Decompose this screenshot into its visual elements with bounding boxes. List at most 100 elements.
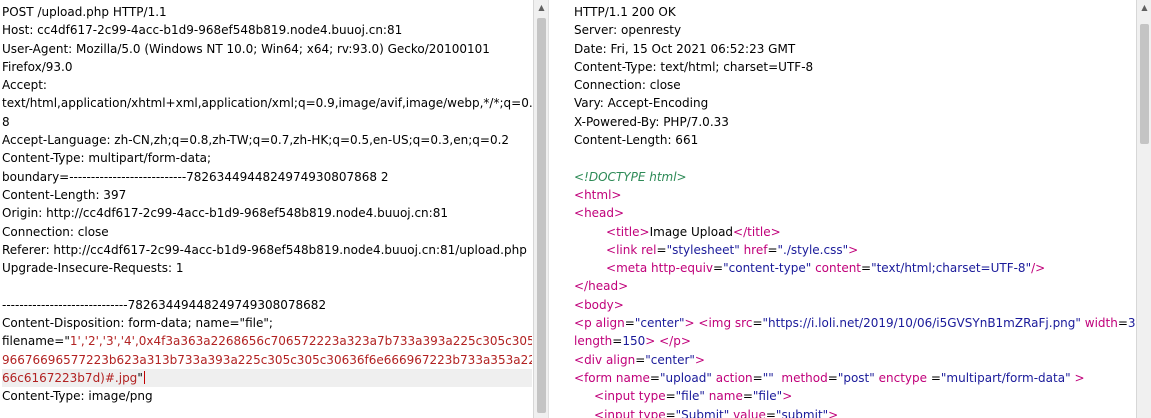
request-line: Origin: http://cc4df617-2c99-4acc-b1d9-9… — [2, 206, 448, 221]
form-enctype-attr: enctype — [878, 370, 928, 385]
form-method-val: "post" — [837, 370, 875, 385]
meta-line: <meta http-equiv="content-type" content=… — [606, 261, 1046, 276]
request-line: Content-Length: 397 — [2, 187, 127, 202]
img-tag: img — [708, 316, 732, 331]
filename-payload-end-line: 66c6167223b7d)#.jpg" — [2, 368, 532, 388]
div-tag: div — [584, 352, 603, 367]
input2-type-val: "Submit" — [675, 407, 730, 418]
request-line: Content-Type: image/png — [2, 389, 153, 404]
filename-payload-cont: 96676696577223b623a313b733a393a225c305c3… — [2, 352, 532, 367]
div-align-attr: align — [605, 352, 636, 367]
request-line: POST /upload.php HTTP/1.1 — [2, 5, 167, 19]
input2-value-attr: value — [733, 407, 766, 418]
filename-payload: 1','2','3','4',0x4f3a363a2268656c7065722… — [69, 334, 532, 349]
p-align-val: "center" — [634, 316, 685, 331]
request-line — [2, 277, 532, 295]
p-img-line: <p align="center"> <img src="https://i.l… — [574, 314, 1151, 332]
link-line: <link rel="stylesheet" href="./style.css… — [606, 242, 859, 257]
form-method-attr: method — [781, 370, 828, 385]
request-line: Referer: http://cc4df617-2c99-4acc-b1d9-… — [2, 242, 527, 257]
request-line: 8 — [2, 114, 10, 129]
response-header-line: Vary: Accept-Encoding — [574, 96, 709, 111]
request-line: text/html,application/xhtml+xml,applicat… — [2, 96, 532, 111]
form-action-val: "" — [762, 370, 774, 385]
request-line: User-Agent: Mozilla/5.0 (Windows NT 10.0… — [2, 41, 490, 56]
form-name-val: "upload" — [659, 370, 712, 385]
body-open-line: <body> — [574, 297, 624, 312]
request-line: Connection: close — [2, 224, 109, 239]
html-tag: html — [584, 187, 612, 202]
filename-label: filename=" — [2, 334, 70, 349]
div-align-val: "center" — [645, 352, 695, 367]
response-viewer[interactable]: HTTP/1.1 200 OK Server: openresty Date: … — [572, 0, 1151, 418]
title-text: Image Upload — [649, 224, 734, 239]
response-scroll-thumb[interactable] — [1140, 24, 1149, 144]
head-open-line: <head> — [574, 206, 625, 221]
response-header-line: X-Powered-By: PHP/7.0.33 — [574, 114, 729, 129]
img-length-line: length=150> </p> — [574, 334, 691, 349]
meta-attr2: content — [815, 261, 862, 276]
head-tag: head — [584, 206, 615, 221]
response-header-line: Date: Fri, 15 Oct 2021 06:52:23 GMT — [574, 41, 796, 56]
img-src-val: "https://i.loli.net/2019/10/06/i5GVSYnB1… — [762, 316, 1081, 331]
response-header-line: Server: openresty — [574, 23, 682, 38]
request-lines: POST /upload.php HTTP/1.1 Host: cc4df617… — [2, 3, 532, 406]
scroll-up-icon[interactable]: ▲ — [1139, 2, 1150, 13]
input-tag: input — [604, 407, 635, 418]
response-header-line: Content-Length: 661 — [574, 133, 699, 148]
request-line: Firefox/93.0 — [2, 59, 73, 74]
p-tag: p — [584, 316, 592, 331]
input2-type-attr: type — [638, 407, 666, 418]
scroll-up-icon[interactable]: ▲ — [536, 2, 547, 13]
request-editor[interactable]: POST /upload.php HTTP/1.1 Host: cc4df617… — [0, 0, 532, 418]
link-href-attr: href — [743, 242, 768, 257]
link-tag: link — [616, 242, 638, 257]
form-tag: form — [584, 370, 613, 385]
link-rel-attr: rel — [641, 242, 657, 257]
text-cursor — [143, 370, 145, 384]
input1-type-attr: type — [638, 389, 666, 404]
p-align-attr: align — [595, 316, 625, 331]
request-line: boundary=---------------------------7826… — [2, 169, 389, 184]
response-scrollbar[interactable]: ▲ — [1136, 0, 1151, 418]
img-src-attr: src — [734, 316, 753, 331]
input1-type-val: "file" — [675, 389, 705, 404]
input-file-line: <input type="file" name="file"> — [594, 389, 793, 404]
input-submit-line: <input type="Submit" value="submit"> — [574, 406, 1151, 418]
filename-line: filename="1','2','3','4',0x4f3a363a22686… — [2, 332, 532, 350]
meta-attr1: http-equiv — [651, 261, 714, 276]
img-width-attr: width — [1084, 316, 1118, 331]
filename-quote: " — [137, 370, 143, 385]
div-open-line: <div align="center"> — [574, 352, 705, 367]
request-line: Accept: — [2, 78, 47, 93]
input-tag: input — [604, 389, 635, 404]
html-open-line: <html> — [574, 187, 622, 202]
link-rel-val: "stylesheet" — [666, 242, 740, 257]
request-line: -----------------------------78263449448… — [2, 297, 327, 312]
form-enctype-val: "multipart/form-data" — [940, 370, 1071, 385]
request-scrollbar[interactable]: ▲ — [533, 0, 549, 418]
meta-tag: meta — [616, 261, 648, 276]
request-line: Host: cc4df617-2c99-4acc-b1d9-968ef548b8… — [2, 23, 403, 38]
img-length-val: 150 — [622, 334, 646, 349]
title-tag: title — [616, 224, 640, 239]
body-tag: body — [584, 297, 614, 312]
form-action-attr: action — [715, 370, 753, 385]
form-name-attr: name — [615, 370, 650, 385]
input2-value-val: "submit" — [775, 407, 829, 418]
response-header-line: Connection: close — [574, 78, 681, 93]
request-scroll-thumb[interactable] — [537, 18, 546, 413]
pane-divider[interactable] — [548, 0, 573, 418]
request-line: Accept-Language: zh-CN,zh;q=0.8,zh-TW;q=… — [2, 133, 510, 148]
input1-name-val: "file" — [752, 389, 783, 404]
title-close-tag: title — [747, 224, 771, 239]
filename-payload-end: 66c6167223b7d)#.jpg — [2, 370, 138, 385]
meta-val1: "content-type" — [723, 261, 812, 276]
doctype-line: <!DOCTYPE html> — [574, 169, 687, 184]
meta-val2: "text/html;charset=UTF-8" — [871, 261, 1032, 276]
input1-name-attr: name — [708, 389, 743, 404]
response-lines: HTTP/1.1 200 OK Server: openresty Date: … — [574, 3, 1151, 418]
p-close-tag: p — [673, 334, 681, 349]
request-line: Content-Type: multipart/form-data; — [2, 151, 212, 166]
